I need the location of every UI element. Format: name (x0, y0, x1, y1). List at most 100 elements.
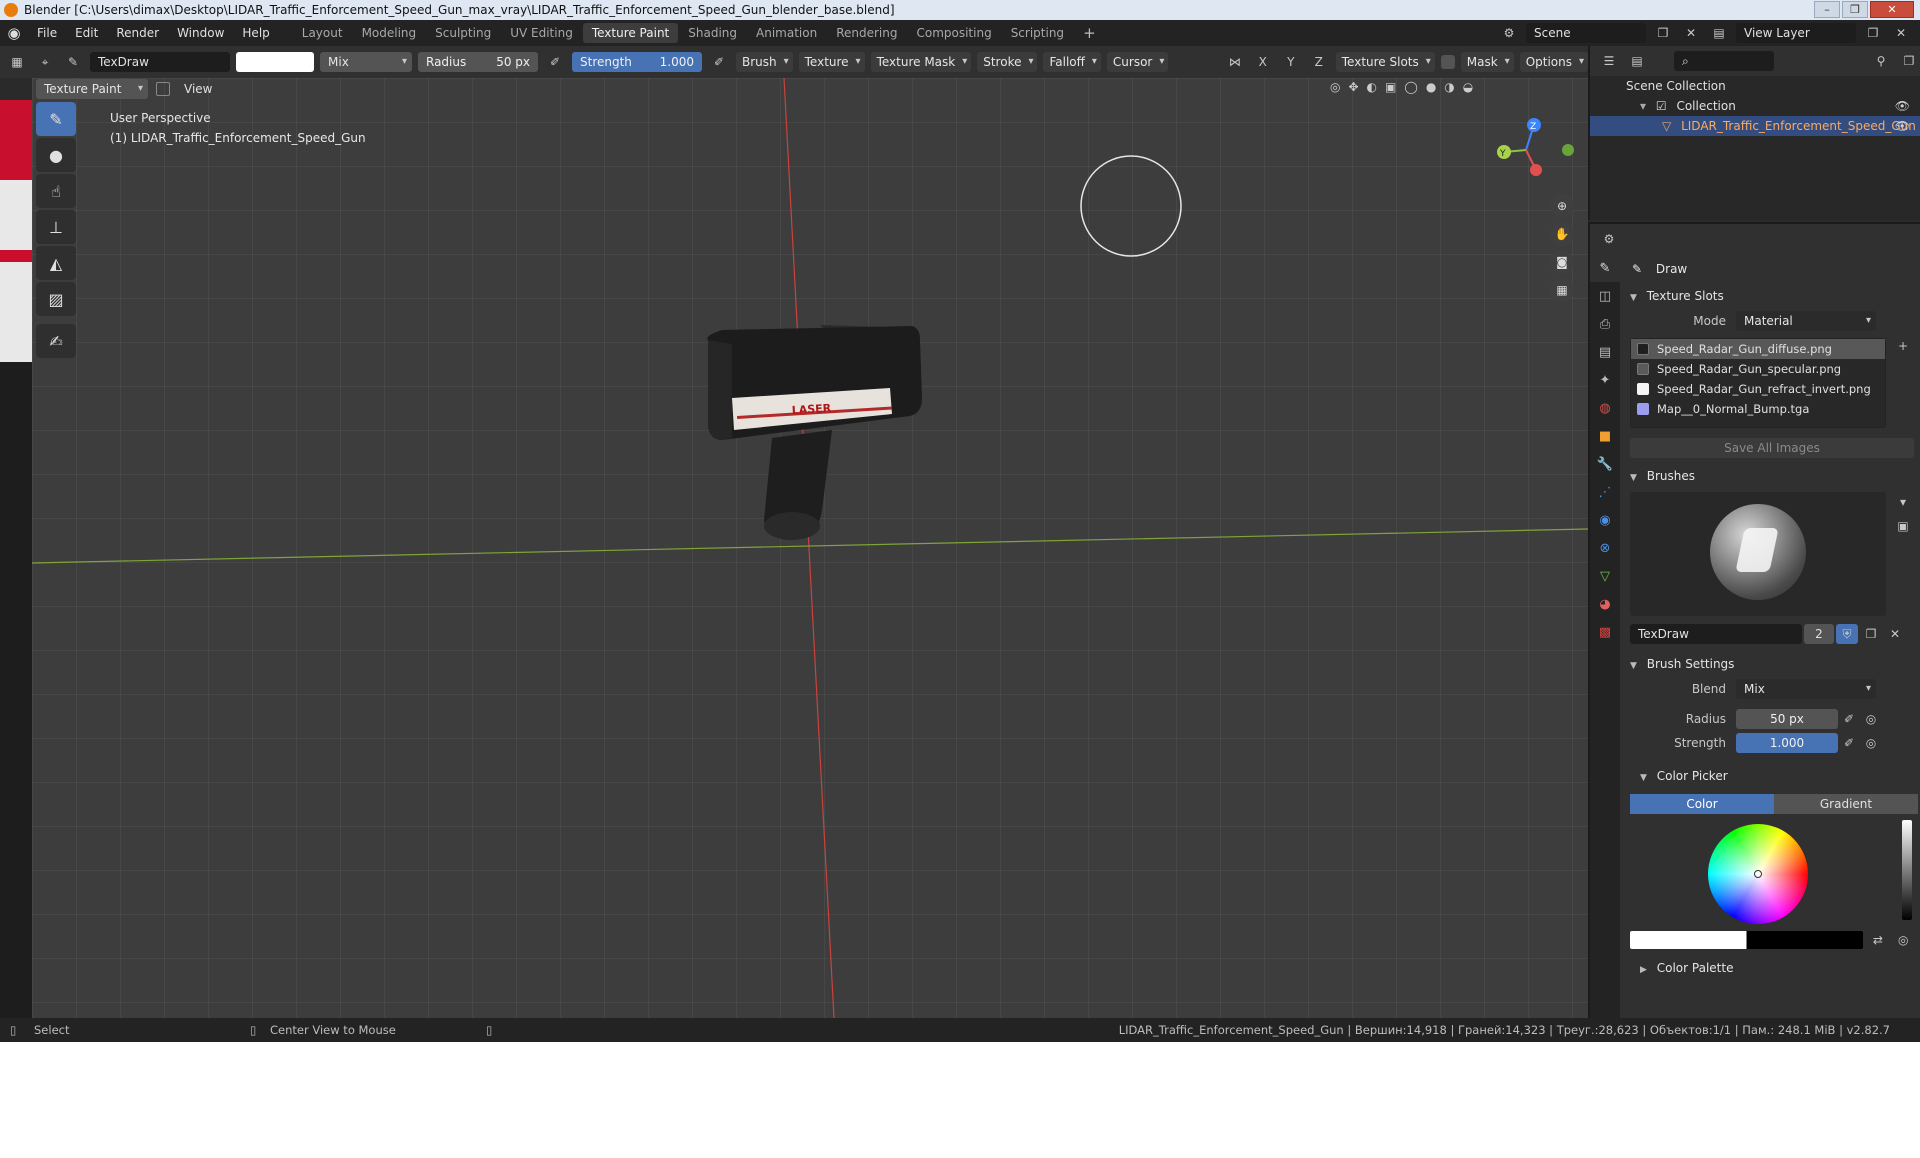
tab-sculpting[interactable]: Sculpting (426, 23, 500, 43)
brush-name-input[interactable]: TexDraw (1630, 624, 1802, 644)
data-tab-icon[interactable]: ▽ (1590, 562, 1620, 590)
radius-field[interactable]: Radius 50 px (418, 52, 538, 72)
cursor-menu[interactable]: Cursor (1106, 52, 1169, 72)
ortho-grid-icon[interactable]: ▦ (1550, 278, 1574, 302)
texture-menu[interactable]: Texture (798, 52, 865, 72)
camera-icon[interactable]: ◙ (1550, 250, 1574, 274)
material-tab-icon[interactable]: ◕ (1590, 590, 1620, 618)
zoom-icon[interactable]: ⊕ (1550, 194, 1574, 218)
wireframe-shading-icon[interactable]: ◯ (1404, 80, 1417, 94)
filter-icon[interactable]: ⚲ (1870, 51, 1892, 71)
gizmo-toggle-icon[interactable]: ✥ (1348, 80, 1358, 94)
new-collection-icon[interactable]: ❐ (1898, 51, 1920, 71)
minimize-button[interactable]: – (1814, 1, 1840, 18)
brush-image-icon[interactable]: ▣ (1892, 516, 1914, 536)
outliner-row-scene-collection[interactable]: Scene Collection (1590, 76, 1920, 96)
object-visibility-icon[interactable]: 👁 (1895, 116, 1910, 136)
outliner-editor-icon[interactable]: ☰ (1598, 51, 1620, 71)
draw-tool-button[interactable]: ✎ (36, 102, 76, 136)
mode-select[interactable]: Material (1736, 311, 1876, 331)
list-item[interactable]: Speed_Radar_Gun_diffuse.png (1631, 339, 1885, 359)
view-layer-icon[interactable]: ▤ (1708, 23, 1730, 43)
options-menu[interactable]: Options (1519, 52, 1588, 72)
new-view-layer-icon[interactable]: ❐ (1862, 23, 1884, 43)
outliner-search-input[interactable]: ⌕ (1674, 51, 1774, 71)
smear-tool-button[interactable]: ☝ (36, 174, 76, 208)
brush-specials-icon[interactable]: ▾ (1892, 492, 1914, 512)
tab-texture-paint[interactable]: Texture Paint (582, 23, 679, 43)
color-swatch[interactable] (236, 52, 314, 72)
texture-slots-menu[interactable]: Texture Slots (1335, 52, 1435, 72)
strength-pressure-icon[interactable]: ✐ (708, 52, 730, 72)
collection-visibility-icon[interactable]: 👁 (1895, 96, 1910, 116)
xray-icon[interactable]: ▣ (1385, 80, 1396, 94)
brush-name-field[interactable]: TexDraw (90, 52, 230, 72)
tool-mode-icon[interactable]: ⌖ (34, 52, 56, 72)
new-scene-icon[interactable]: ❐ (1652, 23, 1674, 43)
swap-colors-icon[interactable]: ⇄ (1867, 930, 1888, 950)
menu-help[interactable]: Help (233, 20, 278, 46)
menu-edit[interactable]: Edit (66, 20, 107, 46)
mirror-z-toggle[interactable]: Z (1308, 52, 1330, 72)
delete-view-layer-icon[interactable]: ✕ (1890, 23, 1912, 43)
material-shading-icon[interactable]: ◑ (1444, 80, 1454, 94)
value-slider[interactable] (1902, 820, 1912, 920)
stroke-menu[interactable]: Stroke (977, 52, 1038, 72)
3d-viewport[interactable]: LASER Z Y User Perspective (1) LIDAR_Tra… (32, 78, 1588, 1018)
navigation-gizmo[interactable]: Z Y (1497, 118, 1574, 176)
blender-menu-icon[interactable]: ◉ (0, 24, 28, 42)
brush-settings-panel-header[interactable]: ▼ Brush Settings (1624, 652, 1920, 676)
strength-pressure-icon[interactable]: ✐ (1838, 733, 1860, 753)
mask-tool-button[interactable]: ▨ (36, 282, 76, 316)
falloff-menu[interactable]: Falloff (1043, 52, 1101, 72)
view-menu[interactable]: View (178, 82, 218, 96)
texture-tab-icon[interactable]: ▩ (1590, 618, 1620, 646)
rendered-shading-icon[interactable]: ◒ (1463, 80, 1473, 94)
scene-icon[interactable]: ⚙ (1498, 23, 1520, 43)
blend-select[interactable]: Mix (1736, 679, 1876, 699)
menu-window[interactable]: Window (168, 20, 233, 46)
list-item[interactable]: Speed_Radar_Gun_refract_invert.png (1631, 379, 1885, 399)
mirror-x-toggle[interactable]: X (1252, 52, 1274, 72)
soften-tool-button[interactable]: ● (36, 138, 76, 172)
scene-tab-icon[interactable]: ✦ (1590, 366, 1620, 394)
texture-mask-menu[interactable]: Texture Mask (870, 52, 972, 72)
color-wheel[interactable] (1708, 824, 1808, 924)
brushes-panel-header[interactable]: ▼ Brushes (1624, 464, 1920, 488)
save-all-images-button[interactable]: Save All Images (1630, 438, 1914, 458)
menu-file[interactable]: File (28, 20, 66, 46)
view-layer-field[interactable]: View Layer (1736, 23, 1856, 43)
brush-menu[interactable]: Brush (736, 52, 793, 72)
add-slot-button[interactable]: + (1892, 336, 1914, 356)
brush-icon[interactable]: ✎ (62, 52, 84, 72)
mask-menu[interactable]: Mask (1460, 52, 1514, 72)
list-item[interactable]: Speed_Radar_Gun_specular.png (1631, 359, 1885, 379)
radius-pressure-icon[interactable]: ✐ (1838, 709, 1860, 729)
overlay-icon[interactable]: ◐ (1367, 80, 1377, 94)
checkbox-icon[interactable]: ☑ (1656, 99, 1667, 113)
physics-tab-icon[interactable]: ◉ (1590, 506, 1620, 534)
render-tab-icon[interactable]: ◫ (1590, 282, 1620, 310)
radius-pressure-icon[interactable]: ✐ (544, 52, 566, 72)
list-item[interactable]: Map__0_Normal_Bump.tga (1631, 399, 1885, 419)
annotate-tool-button[interactable]: ✍ (36, 324, 76, 358)
view-layer-tab-icon[interactable]: ▤ (1590, 338, 1620, 366)
tab-modeling[interactable]: Modeling (353, 23, 426, 43)
particles-tab-icon[interactable]: ⋰ (1590, 478, 1620, 506)
constraints-tab-icon[interactable]: ⊗ (1590, 534, 1620, 562)
solid-shading-icon[interactable]: ● (1426, 80, 1436, 94)
mirror-y-toggle[interactable]: Y (1280, 52, 1302, 72)
expand-collection-icon[interactable]: ▾ (1640, 99, 1646, 113)
visibility-icon[interactable]: ◎ (1330, 80, 1340, 94)
world-tab-icon[interactable]: ◍ (1590, 394, 1620, 422)
mode-dropdown[interactable]: Texture Paint (36, 79, 148, 99)
pan-hand-icon[interactable]: ✋ (1550, 222, 1574, 246)
blend-dropdown[interactable]: Mix (320, 52, 412, 72)
add-workspace-button[interactable]: + (1074, 23, 1105, 43)
tab-color[interactable]: Color (1630, 794, 1774, 814)
tab-compositing[interactable]: Compositing (907, 23, 1000, 43)
color-picker-subpanel-header[interactable]: ▼ Color Picker (1624, 764, 1920, 788)
primary-secondary-swatch[interactable] (1630, 931, 1864, 949)
fill-tool-button[interactable]: ◭ (36, 246, 76, 280)
output-tab-icon[interactable]: ⎙ (1590, 310, 1620, 338)
